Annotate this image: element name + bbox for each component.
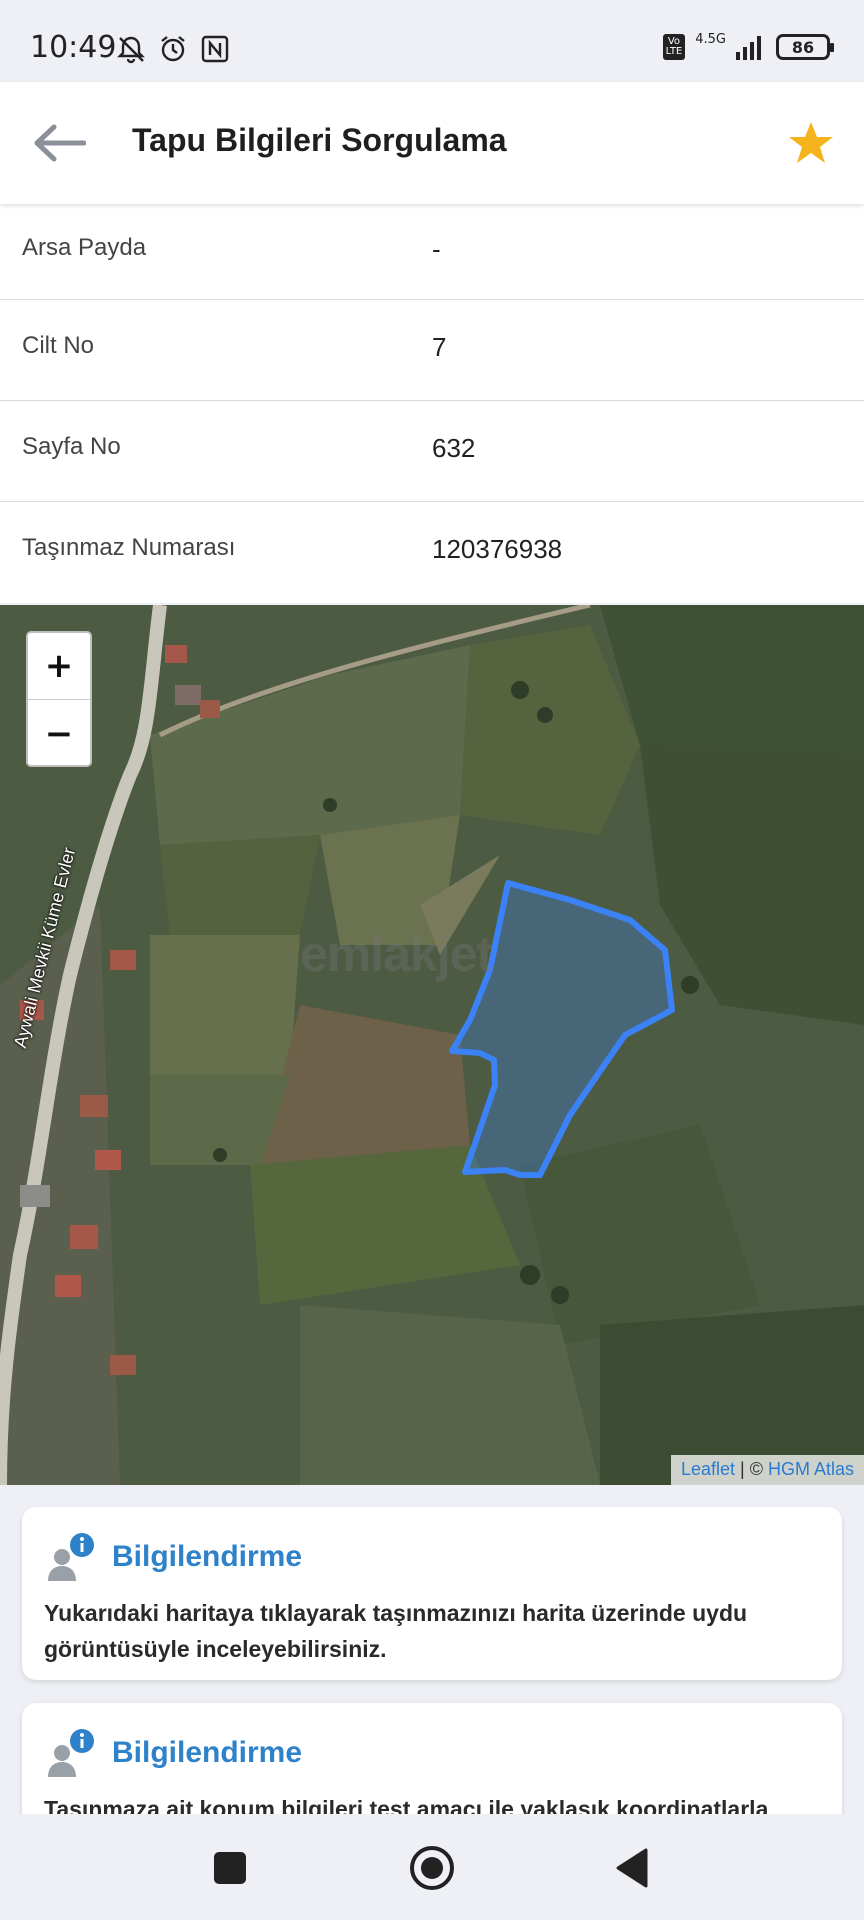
card-title: Bilgilendirme — [112, 1736, 303, 1769]
map-tiles[interactable] — [0, 605, 864, 1485]
info-row-cilt-no: Cilt No 7 — [0, 300, 864, 401]
app-bar: Tapu Bilgileri Sorgulama — [0, 82, 864, 204]
square-icon — [214, 1852, 246, 1884]
status-right: Vo LTE 4.5G 86 — [662, 31, 834, 60]
user-info-icon — [48, 1533, 94, 1581]
system-nav-bar — [0, 1814, 864, 1920]
row-value: 7 — [432, 332, 447, 362]
signal-icon — [736, 36, 761, 60]
nav-back-button[interactable] — [606, 1842, 658, 1894]
card-text: Yukarıdaki haritaya tıklayarak taşınmazı… — [44, 1600, 748, 1662]
user-info-icon — [48, 1729, 94, 1777]
leaflet-link[interactable]: Leaflet — [681, 1459, 735, 1479]
info-row-sayfa-no: Sayfa No 632 — [0, 401, 864, 502]
zoom-in-button[interactable]: + — [28, 633, 90, 700]
attribution-separator: | © — [735, 1459, 768, 1479]
triangle-back-icon — [616, 1848, 648, 1888]
info-row-arsa-payda: Arsa Payda - — [0, 204, 864, 300]
row-label: Sayfa No — [22, 433, 121, 460]
map-attribution: Leaflet | © HGM Atlas — [670, 1455, 864, 1485]
network-type: 4.5G — [695, 31, 726, 47]
nfc-icon — [201, 35, 229, 63]
info-table: Arsa Payda - Cilt No 7 Sayfa No 632 Taşı… — [0, 204, 864, 603]
star-icon — [789, 122, 833, 163]
status-time: 10:49 — [30, 30, 117, 65]
info-card: Bilgilendirme Yukarıdaki haritaya tıklay… — [22, 1507, 842, 1680]
zoom-out-button[interactable]: − — [28, 700, 90, 765]
row-label: Arsa Payda — [22, 234, 147, 261]
status-icons-left — [116, 34, 230, 64]
row-label: Cilt No — [22, 332, 95, 359]
info-row-tasinmaz-numarasi: Taşınmaz Numarası 120376938 — [0, 502, 864, 603]
home-button[interactable] — [406, 1842, 458, 1894]
row-value: 632 — [432, 433, 476, 463]
card-title: Bilgilendirme — [112, 1540, 303, 1573]
volte-badge: Vo LTE — [662, 34, 686, 60]
back-button[interactable] — [30, 118, 88, 168]
arrow-left-icon — [34, 124, 86, 162]
zoom-control: + − — [26, 631, 92, 767]
recent-apps-button[interactable] — [204, 1842, 256, 1894]
hgm-atlas-link[interactable]: HGM Atlas — [768, 1459, 854, 1479]
battery-level: 86 — [791, 37, 815, 57]
circle-icon — [410, 1846, 454, 1890]
status-bar: 10:49 Vo LTE 4.5G 86 — [0, 0, 864, 82]
row-value: 120376938 — [432, 534, 563, 564]
satellite-map[interactable]: emlakjet Aywali Mevkii Küme Evler + − Le… — [0, 605, 864, 1485]
card-header: Bilgilendirme — [44, 1529, 820, 1585]
row-value: - — [432, 234, 441, 264]
watermark: emlakjet — [300, 926, 493, 982]
card-header: Bilgilendirme — [44, 1725, 820, 1781]
favorite-button[interactable] — [786, 118, 836, 168]
page-title: Tapu Bilgileri Sorgulama — [132, 122, 507, 158]
alarm-icon — [161, 36, 185, 62]
battery-icon: 86 — [776, 34, 834, 60]
row-label: Taşınmaz Numarası — [22, 534, 236, 561]
mute-bell-icon — [117, 36, 145, 64]
